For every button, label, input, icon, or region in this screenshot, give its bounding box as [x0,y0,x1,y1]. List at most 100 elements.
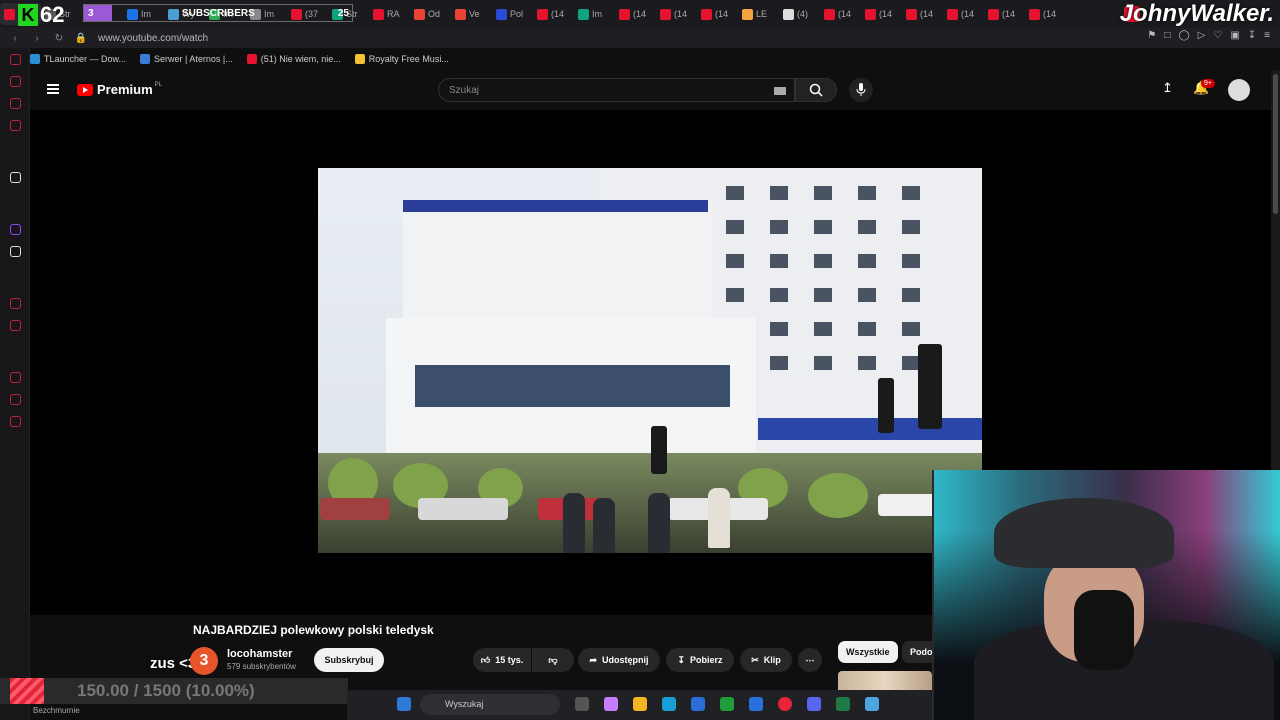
app-icon[interactable] [836,697,850,711]
edge-icon[interactable] [662,697,676,711]
photos-icon[interactable] [865,697,879,711]
more-actions-button[interactable]: ⋯ [798,648,822,672]
sidebar-player-icon[interactable] [10,298,21,309]
opera-gx-icon[interactable] [778,697,792,711]
tab-label: RA [387,9,400,19]
browser-tab[interactable]: (14 [615,3,656,25]
tab-favicon-icon [4,8,15,20]
browser-tab[interactable]: (14 [656,3,697,25]
browser-tab[interactable]: Pol [492,3,533,25]
browser-tab[interactable]: (14 [902,3,943,25]
bookmark-icon[interactable]: ⚑ [1147,30,1156,41]
bookmark-item[interactable]: (51) Nie wiem, nie... [246,54,341,64]
extensions-icon[interactable]: ▣ [1230,30,1239,41]
upload-icon[interactable]: ↥ [1162,80,1173,96]
chip-all[interactable]: Wszystkie [838,641,898,663]
file-explorer-icon[interactable] [633,697,647,711]
download-button[interactable]: ↧ Pobierz [666,648,734,672]
url-field[interactable]: www.youtube.com/watch [98,33,208,44]
browser-tab[interactable]: Od [410,3,451,25]
windows-start-icon[interactable] [397,697,411,711]
forward-icon[interactable]: › [30,33,44,44]
sidebar-wallet-icon[interactable] [10,320,21,331]
subscriber-goal-bar: 3 SUBSCRIBERS 25 [83,4,353,22]
browser-tab[interactable]: (14 [943,3,984,25]
browser-tab[interactable]: Ve [451,3,492,25]
store-icon[interactable] [691,697,705,711]
tab-favicon-icon [496,8,507,20]
vscode-icon[interactable] [749,697,763,711]
screenshot-icon[interactable]: □ [1164,30,1170,41]
menu-icon[interactable]: ≡ [1264,30,1270,41]
search-button[interactable] [795,78,837,102]
taskbar-search[interactable]: Wyszukaj [420,694,560,715]
page-scrollbar[interactable] [1271,70,1280,470]
bookmark-item[interactable]: Serwer | Aternos |... [140,54,233,64]
browser-tab[interactable]: RA [369,3,410,25]
like-button[interactable]: 👍︎ 15 tys. [473,648,531,672]
browser-tab[interactable]: (14 [861,3,902,25]
subscribe-button[interactable]: Subskrybuj [314,648,384,672]
sidebar-speeddial-icon[interactable] [10,54,21,65]
tab-favicon-icon [660,8,671,20]
scissors-icon: ✂ [751,654,759,665]
share-button[interactable]: ➦ Udostępnij [578,648,660,672]
copilot-icon[interactable] [604,697,618,711]
tab-favicon-icon [988,8,999,20]
search-input[interactable]: Szukaj [438,78,795,102]
browser-tab[interactable]: Im [574,3,615,25]
voice-search-button[interactable] [849,78,873,102]
sidebar-shopping-icon[interactable] [10,76,21,87]
shield-icon[interactable]: ◯ [1178,30,1189,41]
tab-label: (14 [674,9,688,19]
tab-favicon-icon [947,8,958,20]
download-icon[interactable]: ↧ [1248,30,1256,41]
tab-label: (14 [551,9,565,19]
youtube-logo[interactable]: Premium PL [77,82,162,97]
dislike-button[interactable]: 👎︎ [532,648,574,672]
sidebar-extensions-icon[interactable] [10,394,21,405]
browser-tab[interactable]: (14 [820,3,861,25]
tab-favicon-icon [455,8,466,20]
channel-avatar[interactable]: 3 [190,647,218,675]
video-tree [808,473,868,518]
video-blue-band [403,200,708,212]
sidebar-settings-icon[interactable] [10,416,21,427]
subscriber-goal-fill: 3 [84,5,112,21]
task-view-icon[interactable] [575,697,589,711]
lock-icon: 🔒 [74,32,88,44]
video-building-window [770,322,788,336]
video-person [708,488,730,548]
discord-icon[interactable] [807,697,821,711]
bookmark-item[interactable]: TLauncher — Dow... [30,54,126,64]
sidebar-messenger-icon[interactable] [10,120,21,131]
sidebar-aria-icon[interactable] [10,172,21,183]
scrollbar-thumb[interactable] [1273,74,1278,214]
reload-icon[interactable]: ↻ [52,33,66,44]
heart-icon[interactable]: ♡ [1213,30,1222,41]
account-avatar[interactable] [1228,79,1250,101]
browser-tab[interactable]: LE [738,3,779,25]
browser-tab[interactable]: (4) [779,3,820,25]
play-icon[interactable]: ▷ [1198,30,1206,41]
back-icon[interactable]: ‹ [8,33,22,44]
browser-tab[interactable]: (14 [533,3,574,25]
video-building-window [858,186,876,200]
browser-tab[interactable]: (14 [1025,3,1066,25]
browser-tab[interactable]: (14 [984,3,1025,25]
xbox-icon[interactable] [720,697,734,711]
clip-button[interactable]: ✂ Klip [740,648,792,672]
tab-favicon-icon [824,8,835,20]
sidebar-x-icon[interactable] [10,246,21,257]
sidebar-game-icon[interactable] [10,98,21,109]
hamburger-menu-icon[interactable] [47,84,59,94]
keyboard-icon[interactable] [774,87,786,95]
browser-tab[interactable]: (14 [697,3,738,25]
channel-subscriber-count: 579 subskrybentów [227,662,296,671]
bookmark-item[interactable]: Royalty Free Musi... [354,54,449,64]
youtube-logo-text: Premium [97,82,153,97]
sidebar-history-icon[interactable] [10,372,21,383]
video-traffic-light [651,426,667,474]
channel-name[interactable]: locohamster [227,648,292,660]
sidebar-twitch-icon[interactable] [10,224,21,235]
